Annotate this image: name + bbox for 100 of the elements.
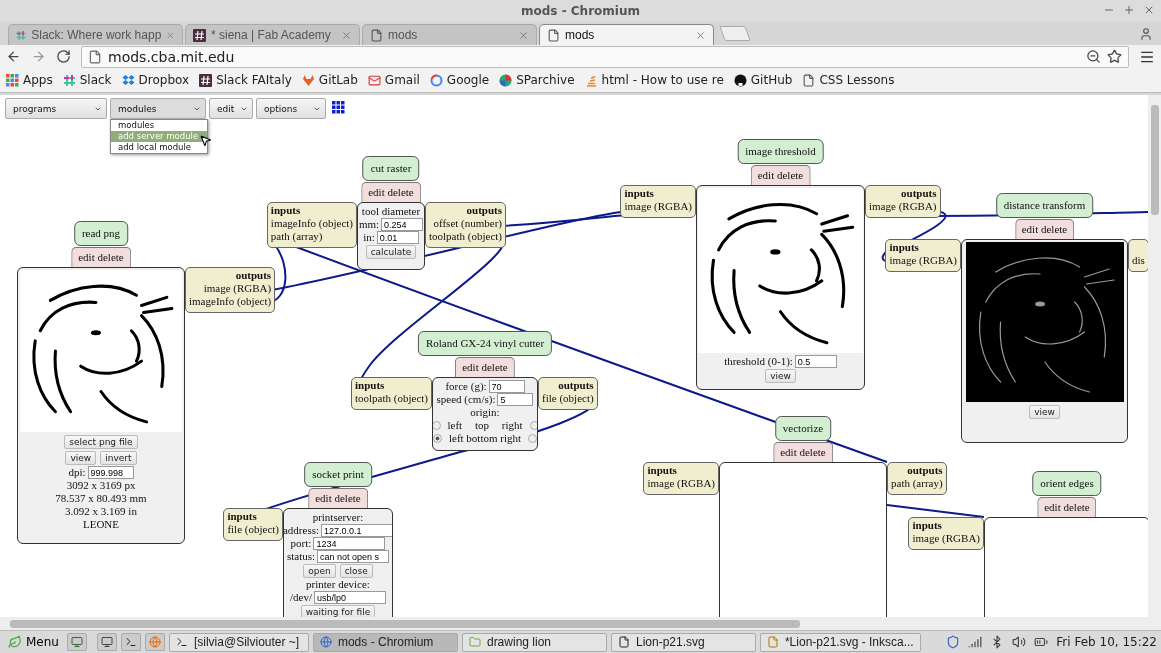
edit-delete-links[interactable]: edit delete (308, 488, 368, 508)
panel-button[interactable]: close (339, 563, 373, 578)
panel-button[interactable]: select png file (64, 435, 138, 449)
port-label[interactable]: image (RGBA) (912, 532, 980, 545)
module-title[interactable]: vectorize (774, 416, 832, 441)
ring-icon (429, 73, 443, 87)
port-label[interactable]: imageInfo (object) (189, 295, 272, 308)
bookmark-link[interactable]: CSS Lessons (802, 73, 895, 87)
start-menu-button[interactable]: Menu (4, 635, 63, 649)
input-field[interactable]: 70 (488, 380, 525, 393)
bookmark-link[interactable]: SParchive (499, 73, 575, 87)
browser-launcher[interactable] (144, 633, 165, 651)
origin-label: left top right (447, 419, 523, 432)
input-field[interactable]: usb/lp0 (314, 591, 386, 604)
desktop-launcher[interactable] (96, 633, 117, 651)
browser-tab[interactable]: * siena | Fab Academy (185, 24, 360, 45)
port-heading: outputs (906, 464, 943, 477)
port-label[interactable]: path (array) (891, 477, 943, 490)
port-label[interactable]: path (array) (270, 230, 353, 243)
menu-select[interactable]: modules (110, 98, 206, 119)
port-label[interactable]: image (RGBA) (889, 254, 957, 267)
menu-select[interactable]: options (256, 98, 326, 119)
port-label[interactable]: toolpath (object) (429, 230, 502, 243)
desktop-launcher[interactable] (66, 633, 87, 651)
input-field[interactable]: 1234 (313, 537, 386, 550)
menu-option[interactable]: modules (111, 120, 207, 131)
module-title[interactable]: Roland GX-24 vinyl cutter (417, 331, 553, 356)
input-field[interactable]: 0.254 (381, 218, 424, 231)
panel-button[interactable]: view (1029, 405, 1060, 419)
module-title[interactable]: image threshold (737, 139, 824, 164)
bookmark-link[interactable]: Apps (6, 73, 53, 87)
task-label: [silvia@Silviouter ~] (193, 635, 300, 649)
input-field[interactable]: 0.5 (794, 355, 837, 368)
edit-delete-links[interactable]: edit delete (455, 357, 515, 377)
input-field[interactable]: 999.998 (87, 466, 134, 479)
port-heading: inputs (889, 241, 920, 254)
bookmark-link[interactable]: GitHub (733, 73, 793, 87)
port-label[interactable]: image (RGBA) (189, 282, 272, 295)
panel-button[interactable]: view (765, 369, 796, 383)
taskbar-task[interactable]: [silvia@Silviouter ~] (168, 632, 309, 652)
port-label[interactable]: imageInfo (object) (270, 217, 353, 230)
port-label[interactable]: offset (number) (429, 217, 502, 230)
panel-button[interactable]: open (303, 563, 336, 578)
port-label[interactable]: file (object) (542, 392, 594, 405)
module-title[interactable]: orient edges (1032, 471, 1102, 496)
menu-option[interactable]: add local module (111, 142, 207, 153)
port-label[interactable]: image (RGBA) (647, 477, 715, 490)
radio-button[interactable] (528, 434, 537, 443)
radio-button[interactable] (433, 434, 442, 443)
panel-button[interactable]: invert (100, 451, 137, 465)
hash-icon (199, 73, 213, 87)
port-label[interactable]: file (object) (227, 523, 279, 536)
browser-tab[interactable]: mods (362, 24, 537, 45)
edit-delete-links[interactable]: edit delete (361, 182, 421, 202)
input-field[interactable]: 0.01 (376, 231, 419, 244)
panel-button[interactable]: view (65, 451, 97, 465)
browser-tab[interactable]: mods (539, 24, 714, 45)
edit-delete-links[interactable]: edit delete (1037, 497, 1097, 517)
module-title[interactable]: read png (73, 221, 129, 246)
circle-icon (733, 73, 747, 87)
radio-button[interactable] (529, 421, 537, 430)
input-field[interactable]: 5 (497, 393, 534, 406)
port-label[interactable]: toolpath (object) (355, 392, 428, 405)
grid-icon[interactable] (332, 101, 345, 114)
page-icon (766, 636, 779, 648)
horizontal-scrollbar[interactable] (0, 617, 1161, 630)
bookmark-label: GitHub (750, 73, 793, 87)
taskbar-task[interactable]: Lion-p21.svg (610, 632, 756, 652)
bookmark-link[interactable]: Dropbox (121, 73, 190, 87)
browser-tab[interactable]: Slack: Where work happ (8, 24, 183, 45)
taskbar-task[interactable]: *Lion-p21.svg - Inksca... (759, 632, 921, 652)
menu-select[interactable]: edit (209, 98, 253, 119)
edit-delete-links[interactable]: edit delete (750, 165, 811, 185)
bookmark-link[interactable]: GitLab (301, 73, 358, 87)
input-field[interactable]: can not open s (317, 550, 390, 563)
terminal-launcher[interactable] (120, 633, 141, 651)
vertical-scrollbar[interactable] (1148, 95, 1161, 617)
address-bar[interactable]: mods.cba.mit.edu (81, 45, 1129, 68)
taskbar-task[interactable]: mods - Chromium (312, 632, 458, 652)
panel-button[interactable]: calculate (365, 245, 417, 259)
port-label[interactable]: image (RGBA) (624, 200, 692, 213)
module-title[interactable]: socket print (304, 462, 372, 487)
module-title[interactable]: cut raster (362, 156, 420, 181)
edit-delete-links[interactable]: edit delete (773, 442, 833, 462)
edit-delete-links[interactable]: edit delete (1014, 219, 1075, 239)
port-label[interactable]: image (RGBA) (869, 200, 937, 213)
menu-select[interactable]: programs (5, 98, 107, 119)
panel-button[interactable]: waiting for file (300, 604, 376, 617)
new-tab-button[interactable] (719, 26, 751, 41)
taskbar-task[interactable]: drawing lion (461, 632, 607, 652)
edit-delete-links[interactable]: edit delete (71, 247, 131, 267)
bookmark-link[interactable]: Slack FAItaly (199, 73, 292, 87)
input-field[interactable]: 127.0.0.1 (321, 524, 392, 537)
bookmark-link[interactable]: Slack (62, 73, 112, 87)
module-title[interactable]: distance transform (995, 193, 1094, 218)
port-label[interactable]: dis (1132, 254, 1145, 267)
radio-button[interactable] (433, 421, 441, 430)
bookmark-link[interactable]: Google (429, 73, 490, 87)
bookmark-link[interactable]: Gmail (367, 73, 420, 87)
port-heading: inputs (624, 187, 655, 200)
